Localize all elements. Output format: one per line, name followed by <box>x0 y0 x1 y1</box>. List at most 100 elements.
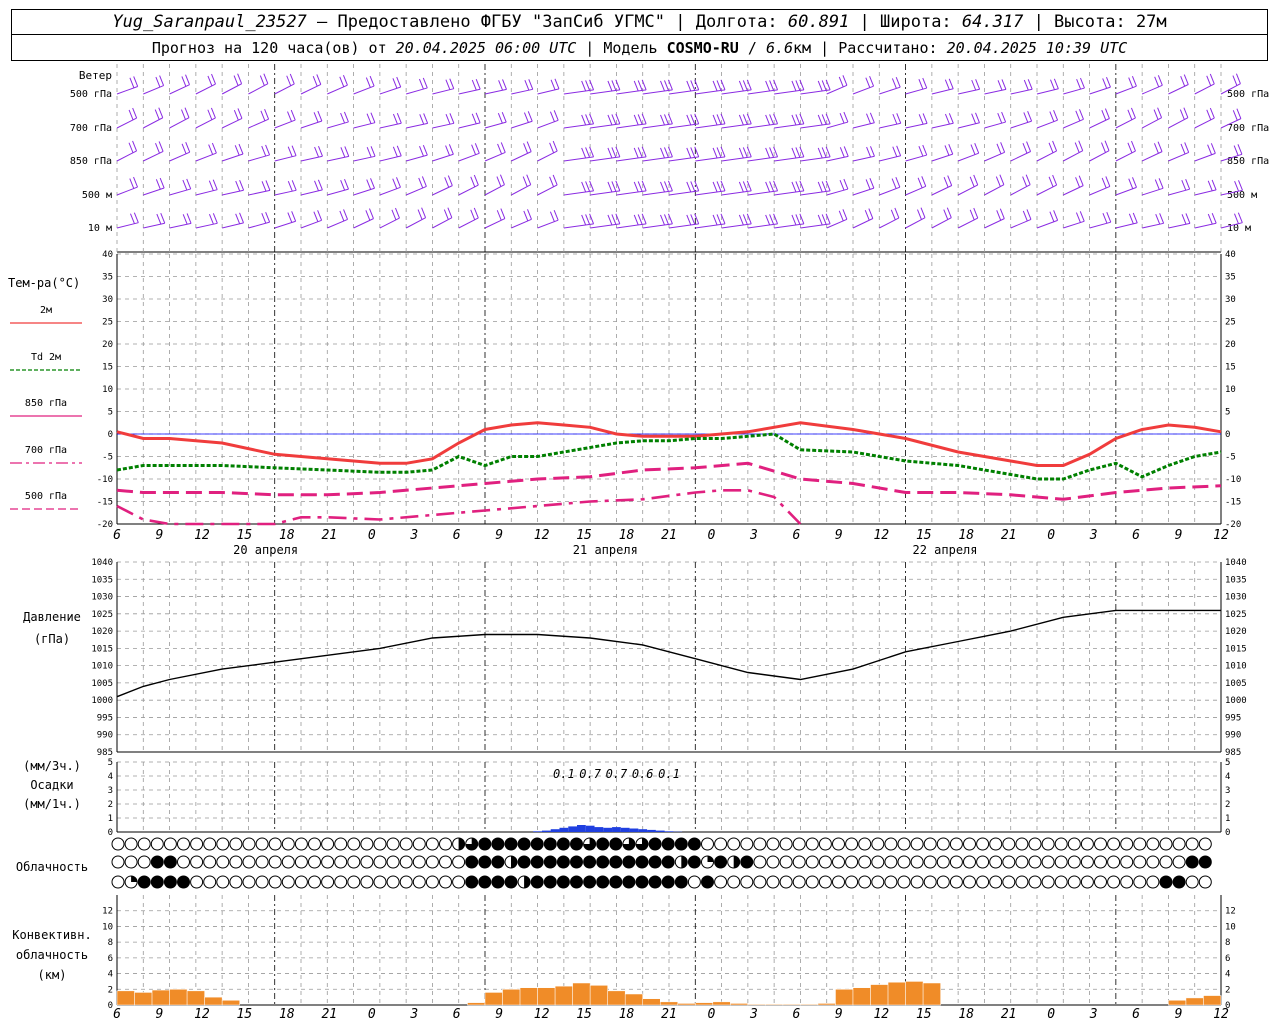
cloud-symbol <box>150 875 164 889</box>
y-tick-label-right: 2 <box>1225 800 1230 810</box>
cloud-symbol <box>989 875 1003 889</box>
hour-tick-label: 21 <box>321 1007 337 1022</box>
wind-barb <box>484 218 506 229</box>
wind-barb-flag <box>690 181 696 192</box>
wind-barb-flag <box>892 113 898 125</box>
cloud-symbol <box>871 837 885 851</box>
y-tick-label-right: 1005 <box>1225 679 1247 689</box>
cloud-symbol <box>412 875 426 889</box>
wind-barb-flag <box>448 144 454 155</box>
y-tick-label-right: 1020 <box>1225 627 1247 637</box>
wind-barb-flag <box>392 146 398 157</box>
wind-barb-flag <box>132 107 138 119</box>
wind-barb-flag <box>265 211 271 223</box>
wind-barb-flag <box>611 114 617 125</box>
hour-tick-label: 9 <box>495 1007 503 1022</box>
wind-barb-flag <box>207 75 213 87</box>
wind-barb-flag <box>181 109 186 120</box>
cloud-symbol <box>1080 875 1094 889</box>
wind-barb-flag <box>838 210 844 222</box>
cloud-symbol <box>674 875 688 889</box>
wind-barb-flag <box>186 178 192 190</box>
y-tick-label: 0 <box>108 430 113 440</box>
cloud-symbol <box>963 837 976 851</box>
wind-barb-flag <box>287 111 292 122</box>
wind-barb-flag <box>1027 110 1033 122</box>
wind-barb <box>1115 186 1137 196</box>
cloud-symbol <box>897 875 911 889</box>
hour-tick-label: 21 <box>321 528 337 543</box>
wind-barb-flag <box>497 143 503 155</box>
cloud-symbol <box>530 837 544 851</box>
wind-level-label: 500 м <box>82 190 112 201</box>
wind-barb-flag <box>969 209 975 221</box>
wind-barb-flag <box>155 76 161 88</box>
wind-barb <box>1089 221 1111 229</box>
cloud-symbol <box>177 875 190 889</box>
wind-barb-flag <box>496 210 502 221</box>
cloud-symbol <box>910 855 924 869</box>
cloud-symbol <box>137 875 151 889</box>
wind-barb-flag <box>340 112 346 124</box>
cloud-symbol <box>596 875 610 889</box>
y-tick-label-right: 35 <box>1225 273 1236 283</box>
cloud-symbol <box>884 837 898 851</box>
cloud-symbol <box>792 837 806 851</box>
wind-barb-flag <box>821 114 827 125</box>
conv-bar <box>922 982 941 1006</box>
cloud-symbol <box>386 855 400 869</box>
wind-barb <box>484 88 507 95</box>
wind-barb <box>458 184 479 196</box>
cloud-symbol <box>1107 837 1121 851</box>
wind-barb-flag <box>233 109 239 121</box>
wind-barb <box>432 217 453 229</box>
wind-barb-flag <box>155 179 161 190</box>
wind-barb <box>169 117 190 129</box>
precip-amount-label: 0.1 <box>658 767 680 781</box>
cloud-symbol <box>818 855 832 869</box>
wind-barb-flag <box>817 114 823 126</box>
conv-bar <box>502 989 521 1006</box>
wind-barb-flag <box>130 213 135 224</box>
wind-barb <box>1194 152 1216 162</box>
cloud-symbol <box>1094 855 1107 869</box>
wind-barb-flag <box>663 80 669 91</box>
hour-tick-label: 9 <box>156 528 164 543</box>
wind-barb-flag <box>581 114 587 126</box>
wind-barb-flag <box>1155 213 1161 225</box>
wind-barb-flag <box>235 213 241 224</box>
wind-barb-flag <box>869 112 875 123</box>
wind-barb-flag <box>795 214 801 225</box>
wind-barb <box>1168 117 1189 129</box>
wind-barb-flag <box>1074 142 1080 153</box>
wind-barb <box>458 217 479 229</box>
wind-barb <box>1115 222 1138 229</box>
y-tick-label-right: 4 <box>1225 772 1230 782</box>
cloud-symbol <box>242 837 256 851</box>
cloud-symbol <box>753 855 767 869</box>
hour-tick-label: 15 <box>916 1007 932 1022</box>
cloud-symbol <box>491 837 505 851</box>
y-tick-label: 20 <box>102 340 113 350</box>
y-tick-label: 5 <box>108 758 113 768</box>
wind-barb-flag <box>1023 79 1029 91</box>
wind-barb-flag <box>973 174 979 186</box>
wind-barb-flag <box>549 111 555 122</box>
cloud-symbol <box>1185 855 1199 869</box>
cloud-symbol <box>412 837 426 851</box>
wind-barb-flag <box>891 78 897 89</box>
wind-barb-flag <box>523 112 529 123</box>
wind-barb-flag <box>795 147 801 158</box>
wind-barb-flag <box>1078 175 1084 186</box>
wind-barb-flag <box>265 144 271 156</box>
wind-barb <box>1089 118 1110 129</box>
wind-barb-flag <box>686 214 692 226</box>
wind-barb-flag <box>943 209 949 220</box>
cloud-symbol <box>137 837 151 851</box>
wind-barb <box>1115 150 1136 162</box>
wind-barb-flag <box>342 74 348 86</box>
wind-barb-flag <box>527 209 532 220</box>
wind-barb <box>905 185 926 196</box>
wind-barb-flag <box>181 143 187 154</box>
wind-barb-flag <box>291 211 297 222</box>
